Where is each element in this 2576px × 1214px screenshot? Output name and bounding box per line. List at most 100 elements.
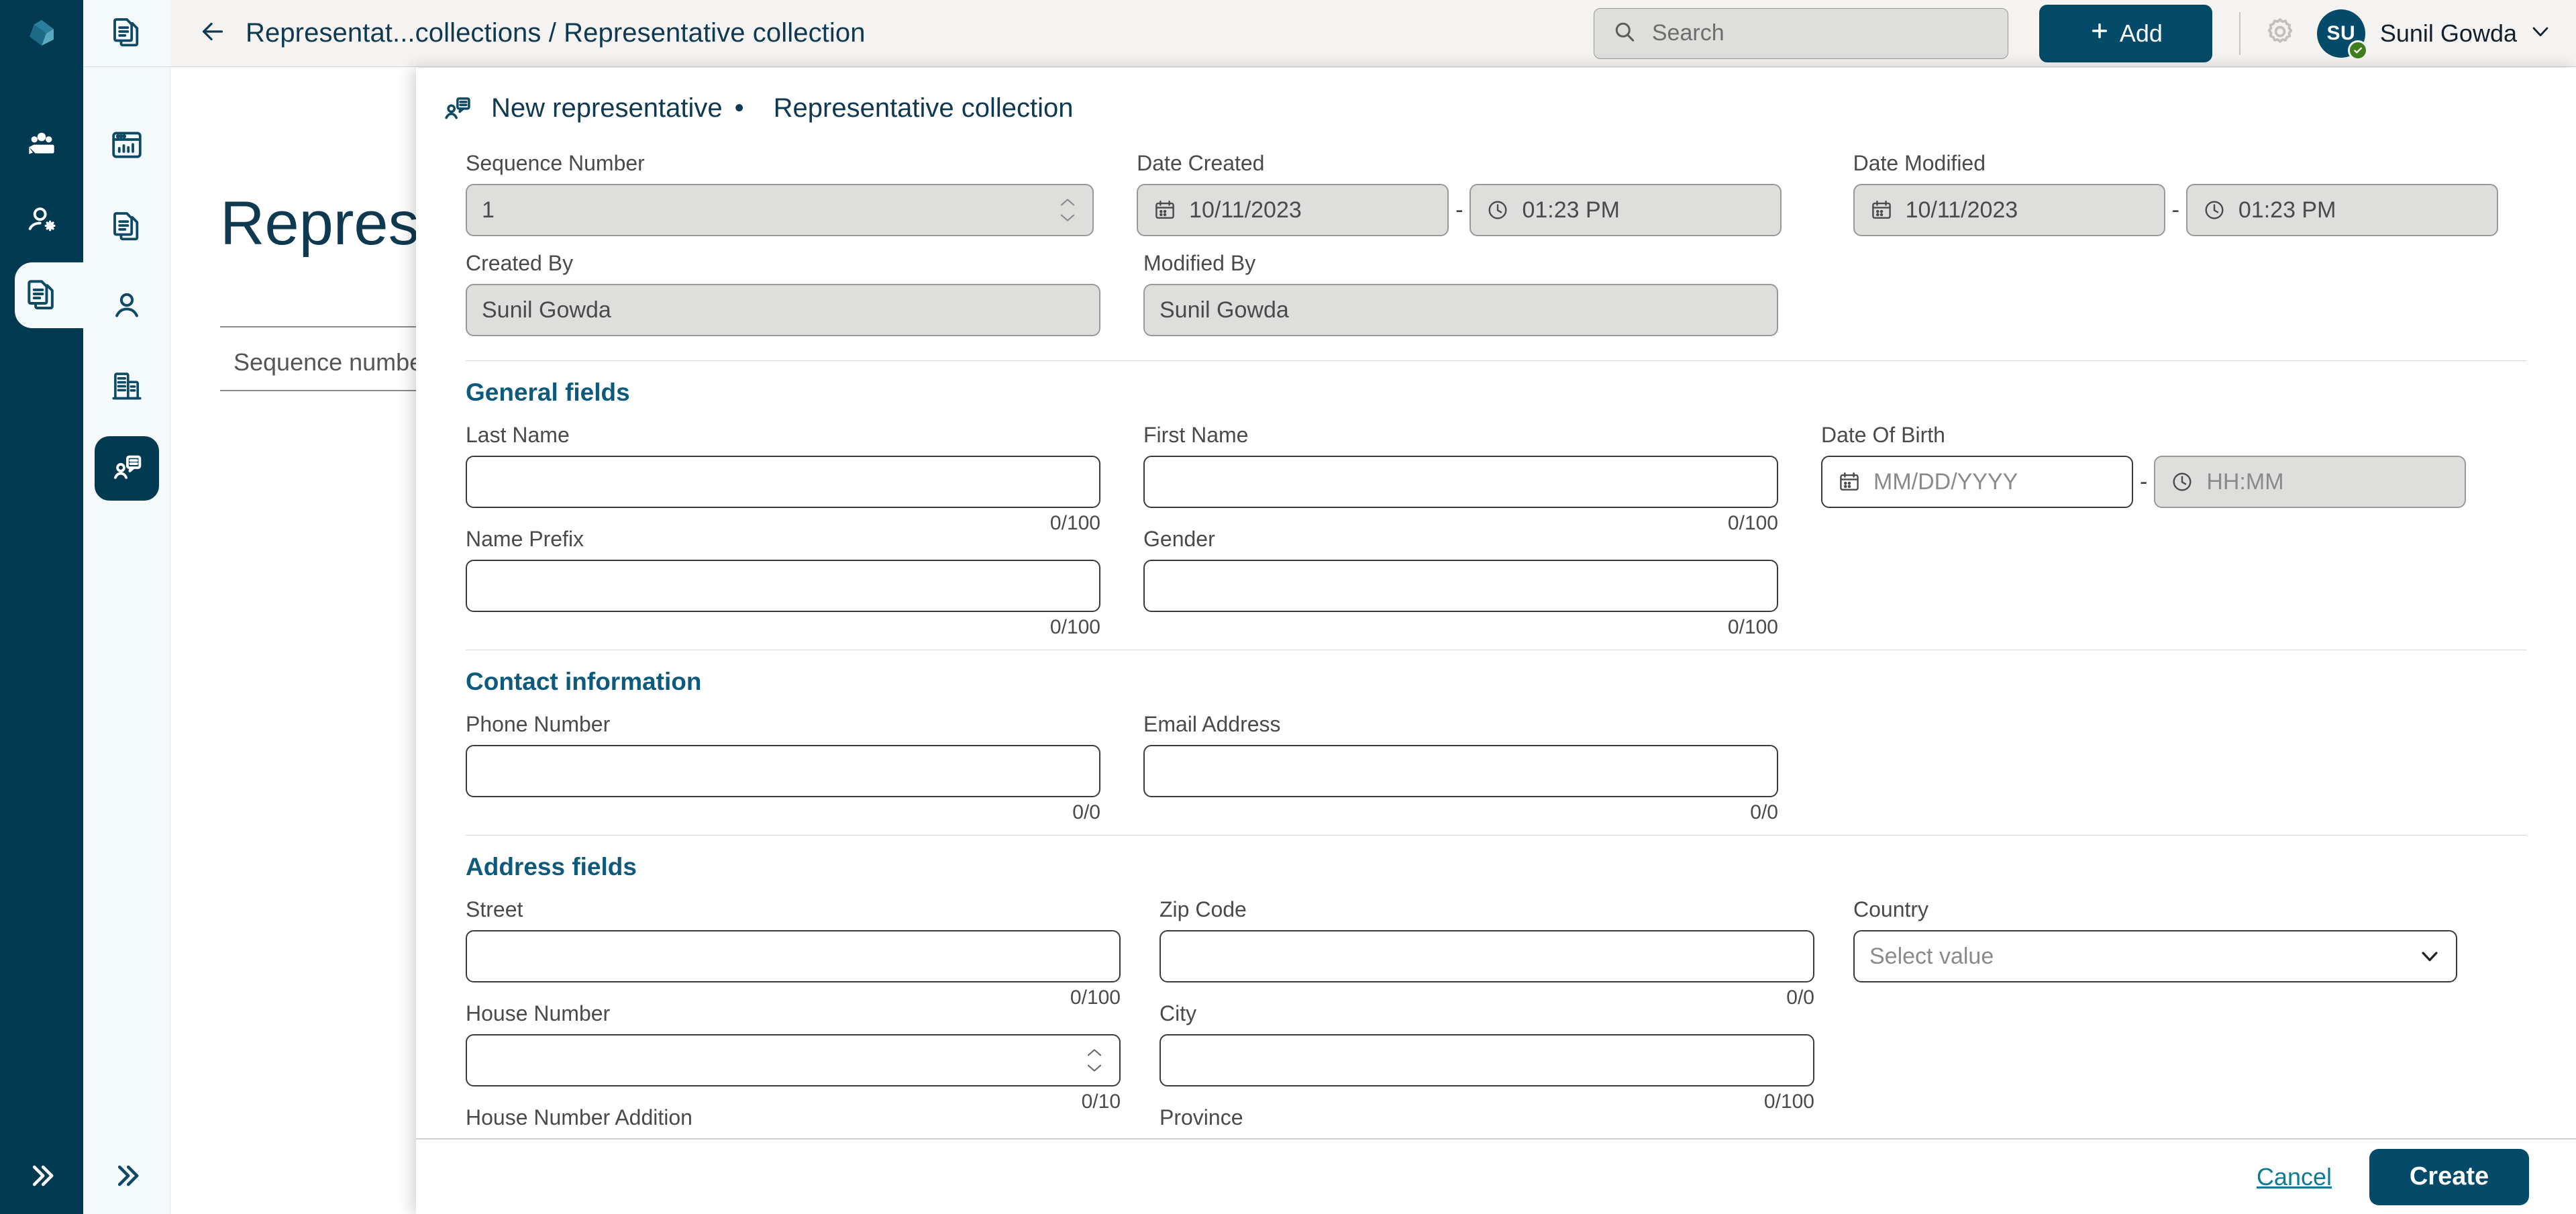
contact-row-1: Phone Number 0/0 Email Address 0/0	[466, 712, 2526, 823]
person-icon	[109, 288, 145, 327]
breadcrumb[interactable]: Representat...collections / Representati…	[246, 18, 866, 48]
sidebar-item-teams[interactable]	[0, 111, 83, 185]
section-divider	[466, 360, 2526, 361]
meta-row-1: Sequence Number 1 Date Created 10/11/202…	[466, 151, 2526, 236]
field-gender: Gender 0/100	[1143, 527, 1778, 638]
back-button[interactable]	[197, 16, 228, 50]
collapse-secondary-sidebar-button[interactable]	[83, 1141, 170, 1214]
province-label: Province	[1160, 1105, 1243, 1129]
first-name-label: First Name	[1143, 423, 1249, 447]
sidebar-item-user-settings[interactable]	[0, 185, 83, 258]
city-input[interactable]	[1160, 1034, 1814, 1086]
plus-icon	[2089, 19, 2110, 48]
arrow-left-icon	[197, 16, 228, 50]
field-last-name: Last Name 0/100	[466, 423, 1100, 534]
sidebar-item-representatives[interactable]	[83, 428, 170, 509]
date-modified-time-input[interactable]: 01:23 PM	[2185, 184, 2498, 236]
user-settings-icon	[23, 201, 60, 242]
section-heading-general: General fields	[466, 378, 630, 406]
field-city: City 0/100	[1160, 1001, 1814, 1113]
email-address-counter: 0/0	[1750, 801, 1778, 823]
date-created-separator: -	[1455, 197, 1463, 223]
field-email-address: Email Address 0/0	[1143, 712, 1778, 823]
top-bar-actions: Search Add SU Sunil Gowda	[1593, 4, 2576, 62]
sidebar-item-documents[interactable]	[83, 187, 170, 267]
table-column-header: Sequence number	[234, 348, 431, 376]
user-name: Sunil Gowda	[2379, 19, 2517, 47]
add-button[interactable]: Add	[2039, 4, 2212, 62]
phone-number-input[interactable]	[466, 745, 1100, 797]
created-by-input[interactable]: Sunil Gowda	[466, 284, 1100, 336]
status-badge	[2347, 40, 2368, 60]
zip-code-input[interactable]	[1160, 930, 1814, 982]
settings-button[interactable]	[2263, 15, 2297, 52]
name-prefix-input[interactable]	[466, 560, 1100, 612]
clock-icon	[2202, 198, 2226, 222]
field-province: Province	[1160, 1105, 1814, 1138]
general-row-1: Last Name 0/100 First Name 0/100 Date Of…	[466, 423, 2526, 534]
date-created-date-input[interactable]: 10/11/2023	[1137, 184, 1449, 236]
primary-sidebar-items	[0, 111, 109, 332]
chevron-down-icon	[2418, 945, 2441, 968]
gender-counter: 0/100	[1727, 616, 1778, 638]
modal-title-separator: •	[734, 93, 744, 123]
date-created-time-input[interactable]: 01:23 PM	[1470, 184, 1782, 236]
search-input[interactable]: Search	[1593, 7, 2008, 59]
modal-subtitle: Representative collection	[773, 93, 1074, 123]
field-date-modified: Date Modified 10/11/2023 - 01:23 PM	[1853, 151, 2526, 236]
field-created-by: Created By Sunil Gowda	[466, 251, 1100, 336]
collapse-primary-sidebar-button[interactable]	[0, 1141, 83, 1214]
documents-icon	[109, 207, 145, 247]
house-number-label: House Number	[466, 1001, 611, 1025]
field-street: Street 0/100	[466, 897, 1121, 1009]
modified-by-input[interactable]: Sunil Gowda	[1143, 284, 1778, 336]
sequence-number-stepper[interactable]	[1058, 197, 1078, 223]
modal-body: Sequence Number 1 Date Created 10/11/202…	[416, 148, 2576, 1138]
date-created-time-value: 01:23 PM	[1522, 197, 1620, 223]
secondary-sidebar	[83, 0, 170, 1214]
sequence-number-input[interactable]: 1	[466, 184, 1094, 236]
last-name-input[interactable]	[466, 456, 1100, 508]
user-menu-button[interactable]	[2529, 20, 2552, 46]
address-row-2: House Number 0/10 City 0/100	[466, 1001, 2526, 1113]
date-of-birth-time-input[interactable]: HH:MM	[2154, 456, 2467, 508]
phone-number-counter: 0/0	[1072, 801, 1100, 823]
sidebar-item-documents[interactable]	[0, 258, 109, 332]
documents-icon	[109, 13, 145, 53]
date-of-birth-date-input[interactable]: MM/DD/YYYY	[1821, 456, 2133, 508]
country-placeholder: Select value	[1869, 943, 1994, 969]
create-button[interactable]: Create	[2369, 1148, 2529, 1205]
gender-input[interactable]	[1143, 560, 1778, 612]
secondary-sidebar-items	[83, 106, 170, 509]
country-select[interactable]: Select value	[1853, 930, 2457, 982]
city-label: City	[1160, 1001, 1197, 1025]
gear-icon	[2263, 15, 2297, 52]
address-row-3: House Number Addition Province	[466, 1105, 2526, 1138]
sidebar-item-person[interactable]	[83, 267, 170, 348]
cancel-button[interactable]: Cancel	[2257, 1163, 2332, 1191]
sidebar-item-organization[interactable]	[83, 348, 170, 428]
street-input[interactable]	[466, 930, 1121, 982]
field-sequence-number: Sequence Number 1	[466, 151, 1094, 236]
address-row-1: Street 0/100 Zip Code 0/0 Country Select…	[466, 897, 2526, 1009]
app-root: Representat...collections / Representati…	[0, 0, 2576, 1214]
modal-footer: Cancel Create	[416, 1138, 2576, 1214]
house-number-input[interactable]	[466, 1034, 1121, 1086]
email-address-label: Email Address	[1143, 712, 1281, 736]
house-number-stepper[interactable]	[1084, 1048, 1104, 1073]
calendar-icon	[1153, 198, 1177, 222]
sidebar-item-dashboard[interactable]	[83, 106, 170, 187]
created-by-label: Created By	[466, 251, 574, 275]
email-address-input[interactable]	[1143, 745, 1778, 797]
app-logo-icon[interactable]	[0, 0, 83, 67]
date-modified-time-value: 01:23 PM	[2238, 197, 2336, 223]
secondary-sidebar-header-icon[interactable]	[83, 0, 170, 67]
avatar[interactable]: SU	[2316, 9, 2368, 60]
first-name-input[interactable]	[1143, 456, 1778, 508]
street-label: Street	[466, 897, 523, 921]
date-of-birth-label: Date Of Birth	[1821, 423, 1945, 447]
toolbar-divider	[2238, 11, 2240, 55]
date-modified-date-input[interactable]: 10/11/2023	[1853, 184, 2165, 236]
gender-label: Gender	[1143, 527, 1215, 551]
field-house-number-addition: House Number Addition	[466, 1105, 1121, 1138]
